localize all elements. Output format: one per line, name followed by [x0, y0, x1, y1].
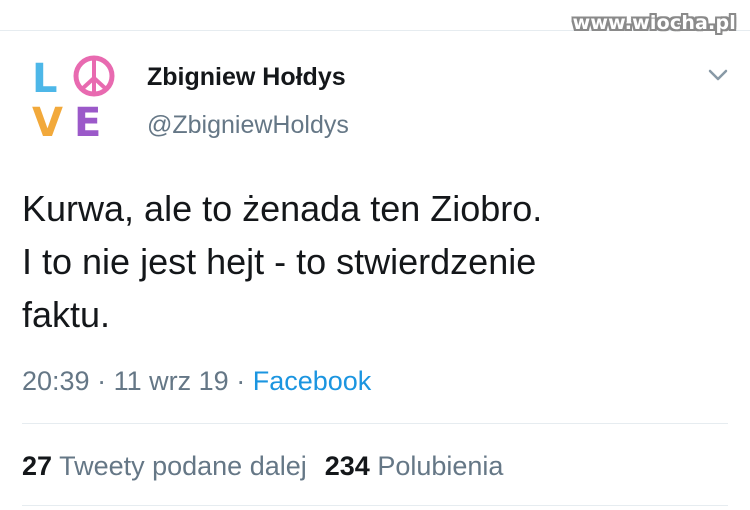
watermark: www.wiocha.pl	[572, 12, 736, 34]
meta-separator: ·	[97, 366, 107, 396]
divider	[22, 505, 728, 506]
tweet-time[interactable]: 20:39	[22, 366, 90, 396]
likes-stat[interactable]: 234 Polubienia	[325, 451, 504, 481]
retweets-count: 27	[22, 451, 53, 481]
avatar-letter-v: V	[32, 100, 63, 144]
avatar-letter-e: E	[74, 100, 101, 144]
meta-separator: ·	[236, 366, 246, 396]
author-name[interactable]: Zbigniew Hołdys	[147, 63, 346, 92]
tweet-stats: 27 Tweety podane dalej 234 Polubienia	[22, 451, 503, 482]
retweets-stat[interactable]: 27 Tweety podane dalej	[22, 451, 307, 481]
chevron-down-icon[interactable]	[706, 66, 730, 84]
divider	[22, 423, 728, 424]
tweet-line: Kurwa, ale to żenada ten Ziobro.	[22, 188, 543, 229]
tweet-line: faktu.	[22, 294, 111, 335]
tweet-date[interactable]: 11 wrz 19	[114, 366, 229, 396]
likes-label: Polubienia	[377, 451, 504, 481]
likes-count: 234	[324, 451, 370, 481]
retweets-label: Tweety podane dalej	[59, 451, 307, 481]
avatar-letter-l: L	[32, 56, 58, 102]
tweet-text: Kurwa, ale to żenada ten Ziobro. I to ni…	[22, 182, 722, 341]
tweet-source-link[interactable]: Facebook	[253, 366, 372, 396]
avatar[interactable]: L V E	[26, 50, 120, 146]
author-handle[interactable]: @ZbigniewHoldys	[147, 111, 349, 140]
tweet-meta: 20:39 · 11 wrz 19 · Facebook	[22, 366, 371, 397]
tweet-line: I to nie jest hejt - to stwierdzenie	[22, 241, 537, 282]
